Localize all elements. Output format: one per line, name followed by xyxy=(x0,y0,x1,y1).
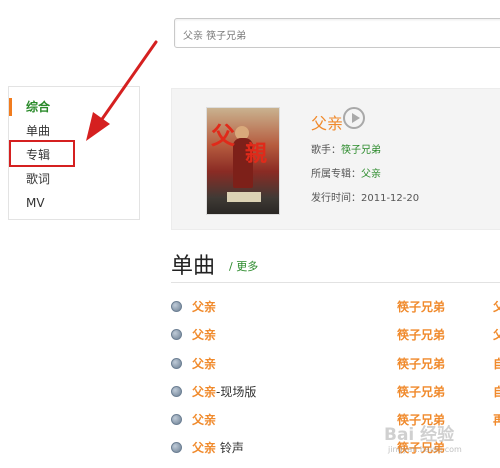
cover-title-char-2: 親 xyxy=(245,142,268,167)
song-name[interactable]: 父亲 铃声 xyxy=(192,439,244,456)
song-extra-truncated[interactable]: 父 xyxy=(493,298,500,315)
song-name[interactable]: 父亲 xyxy=(192,355,216,372)
more-link[interactable]: / 更多 xyxy=(229,258,258,274)
globe-icon xyxy=(171,329,182,340)
singer-line: 歌手：筷子兄弟 xyxy=(311,141,381,156)
sidebar-item-lyrics[interactable]: 歌词 xyxy=(9,167,137,191)
album-link[interactable]: 父亲 xyxy=(361,169,381,180)
song-name[interactable]: 父亲 xyxy=(192,298,216,315)
song-title-link[interactable]: 父亲 xyxy=(192,413,216,427)
song-title-link[interactable]: 父亲 xyxy=(192,357,216,371)
song-title-link[interactable]: 父亲 xyxy=(192,300,216,314)
song-row: 父亲-现场版 筷子兄弟 自 xyxy=(171,380,500,408)
sidebar-item-label: 歌词 xyxy=(26,172,51,186)
globe-icon xyxy=(171,442,182,453)
song-name[interactable]: 父亲 xyxy=(192,326,216,343)
sidebar-item-label: 综合 xyxy=(26,100,51,114)
play-icon[interactable] xyxy=(343,107,365,129)
sidebar-item-label: MV xyxy=(26,196,45,210)
album-result-card: 父 親 父亲 歌手：筷子兄弟 所属专辑：父亲 发行时间：2011-12-20 xyxy=(171,88,500,230)
watermark-main: Bai 经验 xyxy=(384,425,455,445)
singer-link[interactable]: 筷子兄弟 xyxy=(341,145,381,156)
sidebar-item-all[interactable]: 综合 xyxy=(9,95,137,119)
song-title-link[interactable]: 父亲 xyxy=(192,441,216,455)
song-name[interactable]: 父亲-现场版 xyxy=(192,383,256,400)
song-row: 父亲 筷子兄弟 父 xyxy=(171,295,500,323)
song-artist-link[interactable]: 筷子兄弟 xyxy=(397,326,445,343)
album-line: 所属专辑：父亲 xyxy=(311,165,381,180)
song-extra-truncated[interactable]: 父 xyxy=(493,326,500,343)
globe-icon xyxy=(171,301,182,312)
sidebar-item-mv[interactable]: MV xyxy=(9,191,137,215)
album-label: 所属专辑： xyxy=(311,169,361,180)
search-value: 父亲 筷子兄弟 xyxy=(183,31,247,42)
sidebar-item-label: 单曲 xyxy=(26,124,51,138)
song-suffix: -现场版 xyxy=(216,385,257,399)
album-song-title[interactable]: 父亲 xyxy=(311,110,343,134)
globe-icon xyxy=(171,386,182,397)
song-extra-truncated[interactable]: 自 xyxy=(493,383,500,400)
song-row: 父亲 筷子兄弟 父 xyxy=(171,323,500,351)
section-divider xyxy=(171,282,500,283)
song-extra-truncated[interactable]: 自 xyxy=(493,355,500,372)
singer-label: 歌手： xyxy=(311,145,341,156)
song-title-link[interactable]: 父亲 xyxy=(192,328,216,342)
cover-subtitle-block xyxy=(227,192,261,202)
song-row: 父亲 筷子兄弟 自 xyxy=(171,352,500,380)
album-cover[interactable]: 父 親 xyxy=(206,107,280,215)
active-indicator xyxy=(9,98,12,116)
song-suffix: 铃声 xyxy=(216,441,244,455)
song-artist-link[interactable]: 筷子兄弟 xyxy=(397,383,445,400)
song-title-link[interactable]: 父亲 xyxy=(192,385,216,399)
cover-title-char-1: 父 xyxy=(211,122,235,150)
watermark-url: jingyan.baidu.com xyxy=(388,445,462,454)
song-artist-link[interactable]: 筷子兄弟 xyxy=(397,298,445,315)
release-line: 发行时间：2011-12-20 xyxy=(311,189,419,204)
search-input[interactable]: 父亲 筷子兄弟 xyxy=(174,18,500,48)
song-name[interactable]: 父亲 xyxy=(192,411,216,428)
watermark: Bai 经验 jingyan.baidu.com xyxy=(384,420,500,460)
song-artist-link[interactable]: 筷子兄弟 xyxy=(397,355,445,372)
release-date: 2011-12-20 xyxy=(361,193,420,204)
globe-icon xyxy=(171,358,182,369)
globe-icon xyxy=(171,414,182,425)
section-title-singles: 单曲 xyxy=(171,254,216,279)
annotation-highlight-box xyxy=(9,140,75,167)
release-label: 发行时间： xyxy=(311,193,361,204)
